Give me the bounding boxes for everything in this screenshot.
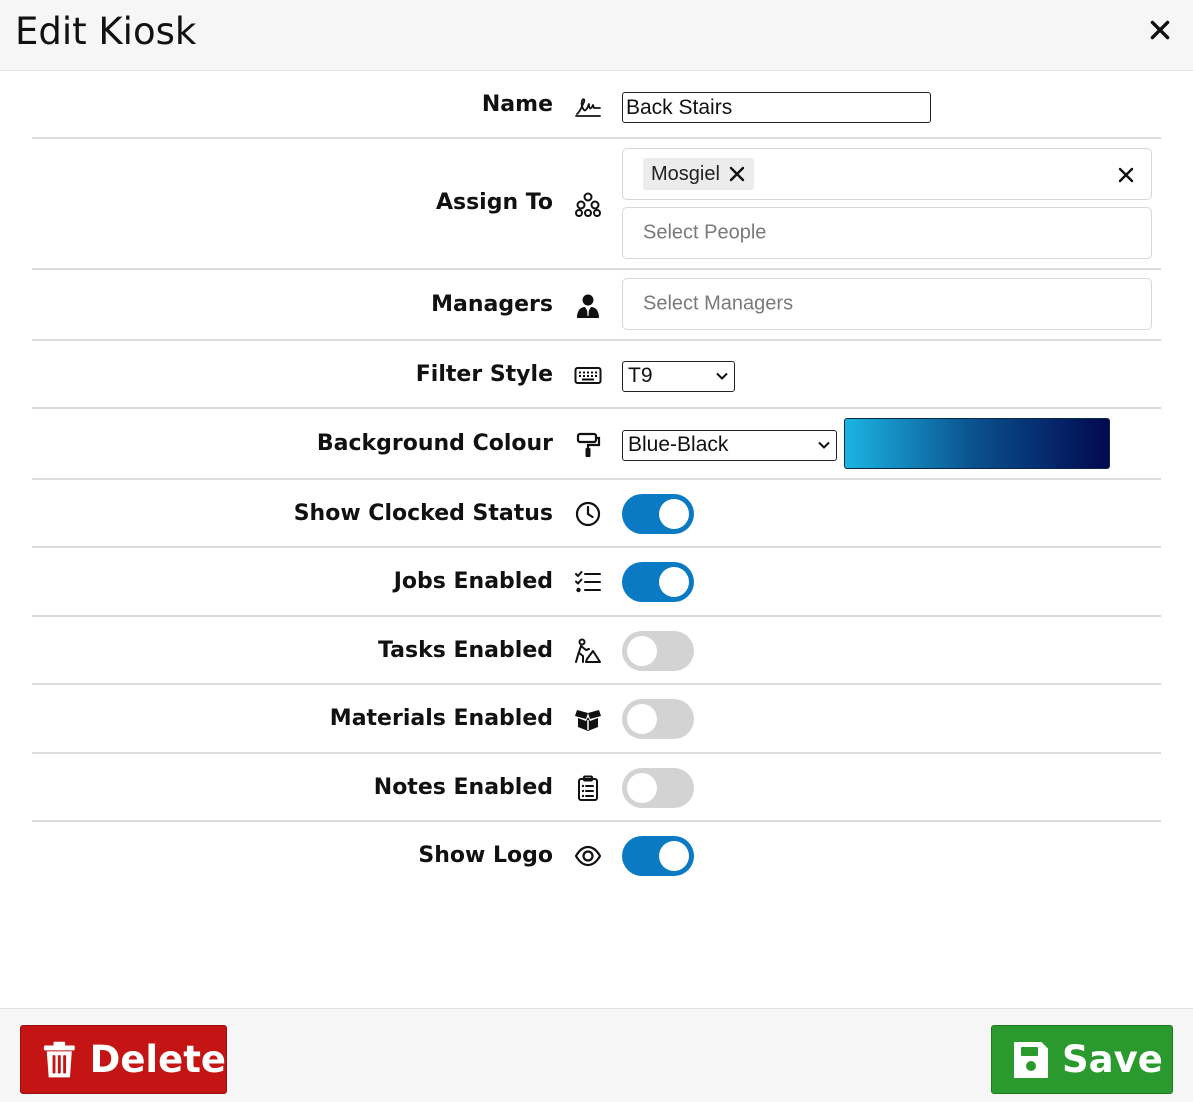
form-body: Name Assign To Mosgiel Select People	[32, 71, 1161, 892]
row-show-clocked-status: Show Clocked Status	[32, 480, 1161, 548]
background-colour-value: Blue-Black	[628, 433, 729, 456]
trash-icon	[41, 1040, 78, 1080]
toggle-knob	[627, 773, 657, 803]
filter-style-control: T9	[622, 361, 735, 392]
user-tie-icon	[572, 290, 604, 322]
clear-icon[interactable]	[1117, 166, 1135, 184]
chip-remove-icon[interactable]	[728, 165, 746, 183]
managers-control: Select Managers	[622, 278, 1152, 330]
notes-enabled-control	[622, 768, 694, 808]
delete-label: Delete	[89, 1038, 226, 1081]
notes-enabled-toggle[interactable]	[622, 768, 694, 808]
delete-button[interactable]: Delete	[20, 1025, 227, 1094]
materials-enabled-label: Materials Enabled	[329, 706, 553, 731]
people-placeholder: Select People	[643, 221, 767, 244]
tasks-enabled-control	[622, 631, 694, 671]
assign-to-label: Assign To	[435, 190, 553, 215]
notes-enabled-label: Notes Enabled	[373, 775, 553, 800]
sitemap-icon	[572, 189, 604, 221]
row-notes-enabled: Notes Enabled	[32, 754, 1161, 822]
chip-label: Mosgiel	[651, 162, 720, 185]
row-jobs-enabled: Jobs Enabled	[32, 548, 1161, 617]
materials-enabled-control	[622, 699, 694, 739]
managers-select[interactable]: Select Managers	[622, 278, 1152, 330]
materials-enabled-toggle[interactable]	[622, 699, 694, 739]
close-icon[interactable]	[1147, 17, 1173, 43]
toggle-knob	[627, 704, 657, 734]
row-name: Name	[32, 71, 1161, 139]
list-check-icon	[572, 566, 604, 598]
filter-style-label: Filter Style	[415, 362, 553, 387]
people-select[interactable]: Select People	[622, 207, 1152, 259]
row-tasks-enabled: Tasks Enabled	[32, 617, 1161, 685]
modal-title: Edit Kiosk	[15, 10, 197, 53]
show-logo-label: Show Logo	[418, 843, 553, 868]
row-show-logo: Show Logo	[32, 822, 1161, 892]
toggle-knob	[659, 499, 689, 529]
clipboard-list-icon	[572, 772, 604, 804]
filter-style-select[interactable]: T9	[622, 361, 735, 392]
show-logo-toggle[interactable]	[622, 836, 694, 876]
eye-icon	[572, 840, 604, 872]
box-open-icon	[572, 703, 604, 735]
modal-footer: Delete Save	[0, 1008, 1193, 1102]
show-clocked-status-control	[622, 494, 694, 534]
signature-icon	[572, 90, 604, 122]
toggle-knob	[659, 841, 689, 871]
toggle-knob	[659, 567, 689, 597]
location-chip: Mosgiel	[643, 158, 754, 190]
assign-to-control: Mosgiel Select People	[622, 148, 1152, 259]
clock-icon	[572, 498, 604, 530]
name-input[interactable]	[622, 92, 931, 123]
background-colour-control: Blue-Black	[622, 418, 1110, 469]
row-assign-to: Assign To Mosgiel Select People	[32, 139, 1161, 270]
colour-preview-swatch	[844, 418, 1110, 469]
save-label: Save	[1062, 1038, 1163, 1081]
save-button[interactable]: Save	[991, 1025, 1173, 1094]
row-background-colour: Background Colour Blue-Black	[32, 409, 1161, 480]
name-control	[622, 92, 931, 123]
managers-placeholder: Select Managers	[643, 292, 794, 315]
show-logo-control	[622, 836, 694, 876]
floppy-disk-icon	[1012, 1040, 1050, 1080]
show-clocked-status-toggle[interactable]	[622, 494, 694, 534]
tasks-enabled-toggle[interactable]	[622, 631, 694, 671]
tasks-enabled-label: Tasks Enabled	[378, 638, 553, 663]
show-clocked-status-label: Show Clocked Status	[293, 501, 553, 526]
keyboard-icon	[572, 359, 604, 391]
jobs-enabled-control	[622, 562, 694, 602]
background-colour-label: Background Colour	[316, 431, 553, 456]
location-select[interactable]: Mosgiel	[622, 148, 1152, 200]
managers-label: Managers	[431, 292, 553, 317]
person-digging-icon	[572, 635, 604, 667]
jobs-enabled-label: Jobs Enabled	[393, 569, 553, 594]
filter-style-value: T9	[628, 364, 653, 387]
background-colour-select[interactable]: Blue-Black	[622, 430, 837, 461]
chevron-down-icon	[817, 438, 831, 452]
jobs-enabled-toggle[interactable]	[622, 562, 694, 602]
row-materials-enabled: Materials Enabled	[32, 685, 1161, 754]
paint-roller-icon	[572, 429, 604, 461]
toggle-knob	[627, 636, 657, 666]
chevron-down-icon	[715, 369, 729, 383]
row-filter-style: Filter Style T9	[32, 341, 1161, 409]
modal-header: Edit Kiosk	[0, 0, 1193, 71]
name-label: Name	[481, 92, 553, 117]
row-managers: Managers Select Managers	[32, 270, 1161, 341]
